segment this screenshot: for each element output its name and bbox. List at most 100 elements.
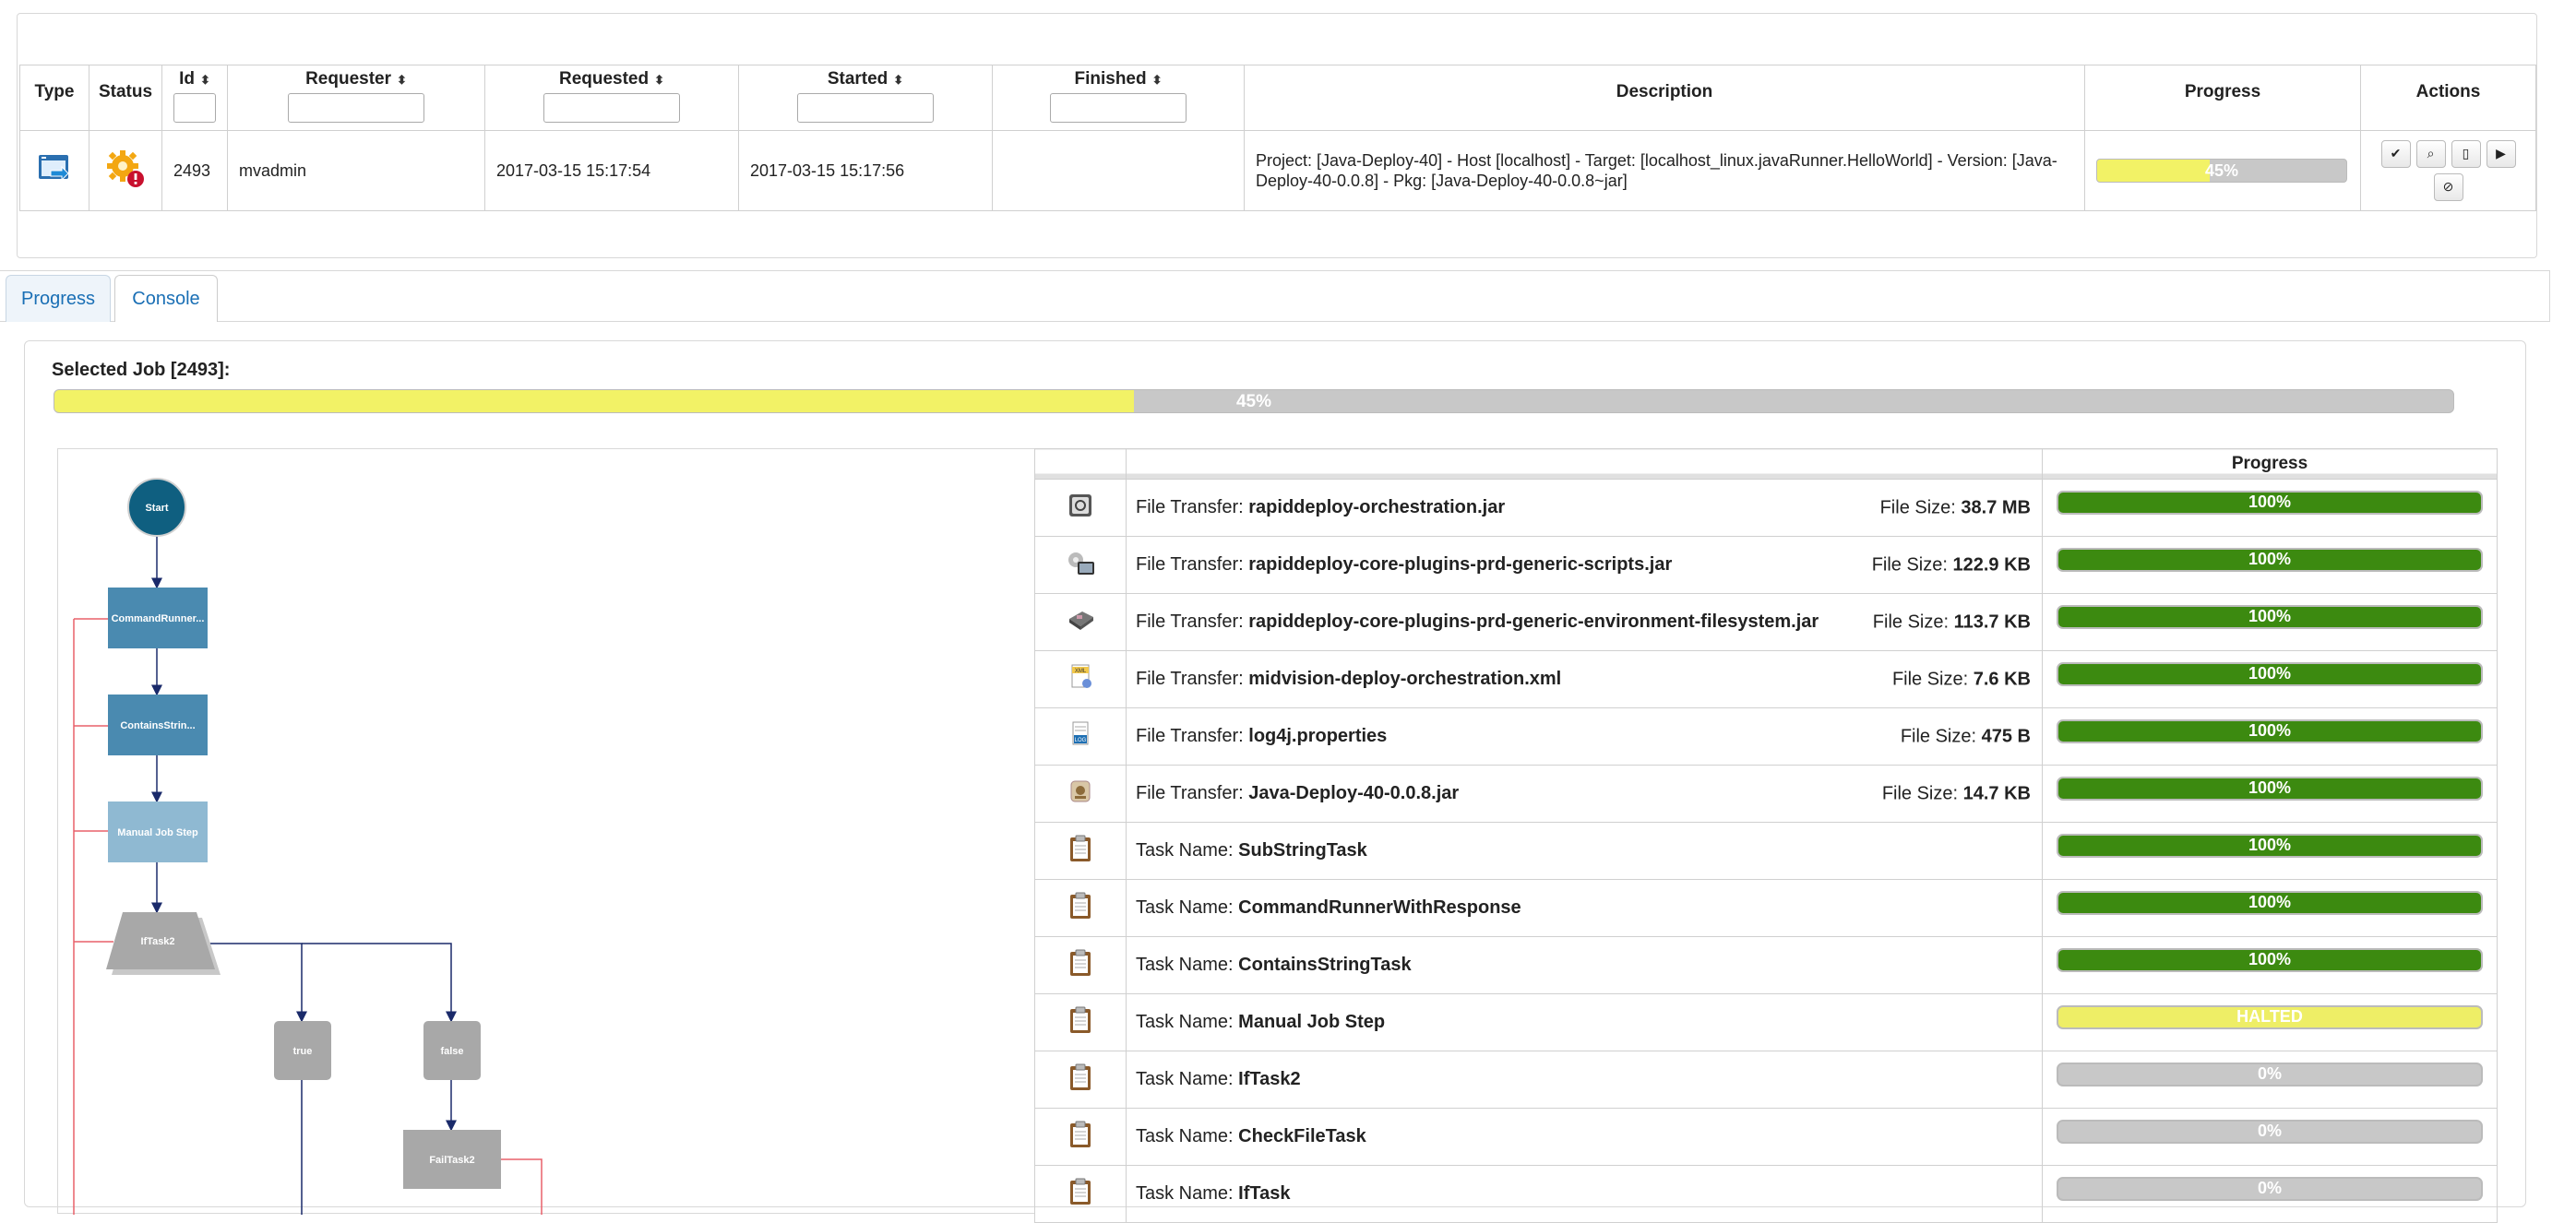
col-actions: Actions [2360,65,2536,131]
task-progress-text: 0% [2257,1178,2282,1197]
task-name-cell: File Transfer: log4j.properties File Size… [1126,707,2043,766]
task-icon-cell [1034,1051,1127,1109]
task-name-cell: Task Name: IfTask [1126,1165,2043,1223]
col-id[interactable]: Id ⬍ [161,65,228,131]
task-name-cell: Task Name: CommandRunnerWithResponse [1126,879,2043,937]
task-progress-cell: 100% [2042,765,2498,823]
task-progress-table-wrap: Progress File Transfer: rapiddeploy-orch… [1034,448,2498,1223]
started-filter-input[interactable] [797,93,934,123]
task-progress-bar: 100% [2057,604,2483,629]
sort-icon[interactable]: ⬍ [397,73,407,87]
if-task-node[interactable]: IfTask2 [106,912,221,975]
manual-job-step-node[interactable]: Manual Job Step [108,801,208,862]
col-requested[interactable]: Requested ⬍ [484,65,739,131]
task-progress-bar: 100% [2057,661,2483,686]
magnify-icon[interactable]: ⌕ [2415,140,2446,168]
sort-icon[interactable]: ⬍ [1152,73,1163,87]
task-row[interactable]: Task Name: ContainsStringTask 100% [1034,936,2498,994]
task-progress-text: 100% [2248,949,2292,968]
file-size-value: 475 B [1981,726,2031,746]
task-name-cell: File Transfer: midvision-deploy-orchestr… [1126,650,2043,708]
task-row[interactable]: Task Name: CommandRunnerWithResponse 100% [1034,879,2498,937]
task-kind-label: File Transfer: [1136,612,1249,632]
workflow-diagram: Start CommandRunner... ContainsStrin... … [57,448,1035,1215]
actions-cell: ✔ ⌕ ▯ ▶ ⊘ [2360,130,2536,211]
task-row[interactable]: Task Name: SubStringTask 100% [1034,822,2498,880]
finished-filter-input[interactable] [1050,93,1187,123]
task-name-cell: Task Name: CheckFileTask [1126,1108,2043,1166]
file-size-value: 113.7 KB [1953,612,2031,632]
task-row[interactable]: File Transfer: Java-Deploy-40-0.0.8.jar F… [1034,765,2498,823]
jobs-panel: Type Status Id ⬍ Requester ⬍ Requested ⬍ St… [17,13,2537,258]
col-requester[interactable]: Requester ⬍ [227,65,485,131]
fail-task-node[interactable]: FailTask2 [403,1130,501,1189]
job-description: Project: [Java-Deploy-40] - Host [localh… [1244,130,2085,211]
task-row[interactable]: File Transfer: rapiddeploy-core-plugins-… [1034,536,2498,594]
task-row[interactable]: Task Name: CheckFileTask 0% [1034,1108,2498,1166]
start-node[interactable]: Start [127,478,186,537]
svg-text:Start: Start [145,503,168,514]
job-started: 2017-03-15 15:17:56 [738,130,993,211]
task-progress-text: 0% [2257,1121,2282,1140]
task-icon-cell [1034,765,1127,823]
col-finished[interactable]: Finished ⬍ [992,65,1245,131]
task-name-cell: Task Name: SubStringTask [1126,822,2043,880]
task-kind-label: Task Name: [1136,1012,1239,1032]
true-branch-node[interactable]: true [274,1021,331,1080]
job-row[interactable]: 2493 mvadmin 2017-03-15 15:17:54 2017-03… [19,130,2536,211]
task-row[interactable]: Task Name: IfTask2 0% [1034,1051,2498,1109]
selected-job-title: Selected Job [2493]: [52,360,231,380]
play-icon[interactable]: ▶ [2486,140,2516,168]
task-row[interactable]: Task Name: Manual Job Step HALTED [1034,993,2498,1051]
task-row[interactable]: File Transfer: rapiddeploy-core-plugins-… [1034,593,2498,651]
id-filter-input[interactable] [173,93,216,123]
gear-warning-icon [107,149,144,187]
task-progress-text: 100% [2248,549,2292,568]
clipboard-icon [1067,1005,1094,1040]
task-progress-bar: 100% [2057,890,2483,915]
task-row[interactable]: LOG File Transfer: log4j.properties File S… [1034,707,2498,766]
svg-text:XML: XML [1075,669,1087,674]
task-row[interactable]: File Transfer: rapiddeploy-orchestration… [1034,479,2498,537]
file-size: File Size: 38.7 MB [1880,497,2031,518]
task-kind-label: Task Name: [1136,955,1239,975]
requester-filter-input[interactable] [288,93,424,123]
svg-text:Manual Job Step: Manual Job Step [117,827,198,838]
task-progress-bar: 100% [2057,718,2483,743]
tab-progress[interactable]: Progress [6,275,111,322]
col-status-label: Status [98,82,153,101]
task-progress-cell: 100% [2042,707,2498,766]
task-progress-text: 100% [2248,606,2292,625]
task-kind-label: File Transfer: [1136,554,1249,575]
clipboard-icon [1067,1120,1094,1155]
col-started[interactable]: Started ⬍ [738,65,993,131]
false-branch-node[interactable]: false [423,1021,481,1080]
task-name-cell: File Transfer: rapiddeploy-core-plugins-… [1126,593,2043,651]
task-icon-cell [1034,536,1127,594]
task-progress-text: HALTED [2236,1006,2303,1026]
col-description-label: Description [1616,82,1713,101]
requested-filter-input[interactable] [543,93,680,123]
svg-text:LOG: LOG [1075,738,1087,743]
task-progress-bar: 100% [2057,947,2483,972]
contains-string-node[interactable]: ContainsStrin... [108,695,208,755]
cancel-icon[interactable]: ⊘ [2433,173,2463,201]
svg-text:false: false [440,1046,463,1057]
command-runner-node[interactable]: CommandRunner... [108,588,208,648]
task-progress-cell: 0% [2042,1165,2498,1223]
tab-strip: Progress Console [0,270,2550,322]
task-name: CommandRunnerWithResponse [1238,897,1521,918]
check-icon[interactable]: ✔ [2380,140,2411,168]
sort-icon[interactable]: ⬍ [893,73,903,87]
task-progress-cell: 0% [2042,1108,2498,1166]
task-row[interactable]: XML File Transfer: midvision-deploy-orche… [1034,650,2498,708]
sort-icon[interactable]: ⬍ [200,73,210,87]
tab-console[interactable]: Console [114,275,218,322]
task-col-icon [1034,448,1127,480]
document-icon[interactable]: ▯ [2451,140,2481,168]
clipboard-icon [1067,948,1094,983]
col-requester-label: Requester [305,69,391,89]
task-col-name [1126,448,2043,480]
task-row[interactable]: Task Name: IfTask 0% [1034,1165,2498,1223]
sort-icon[interactable]: ⬍ [654,73,664,87]
